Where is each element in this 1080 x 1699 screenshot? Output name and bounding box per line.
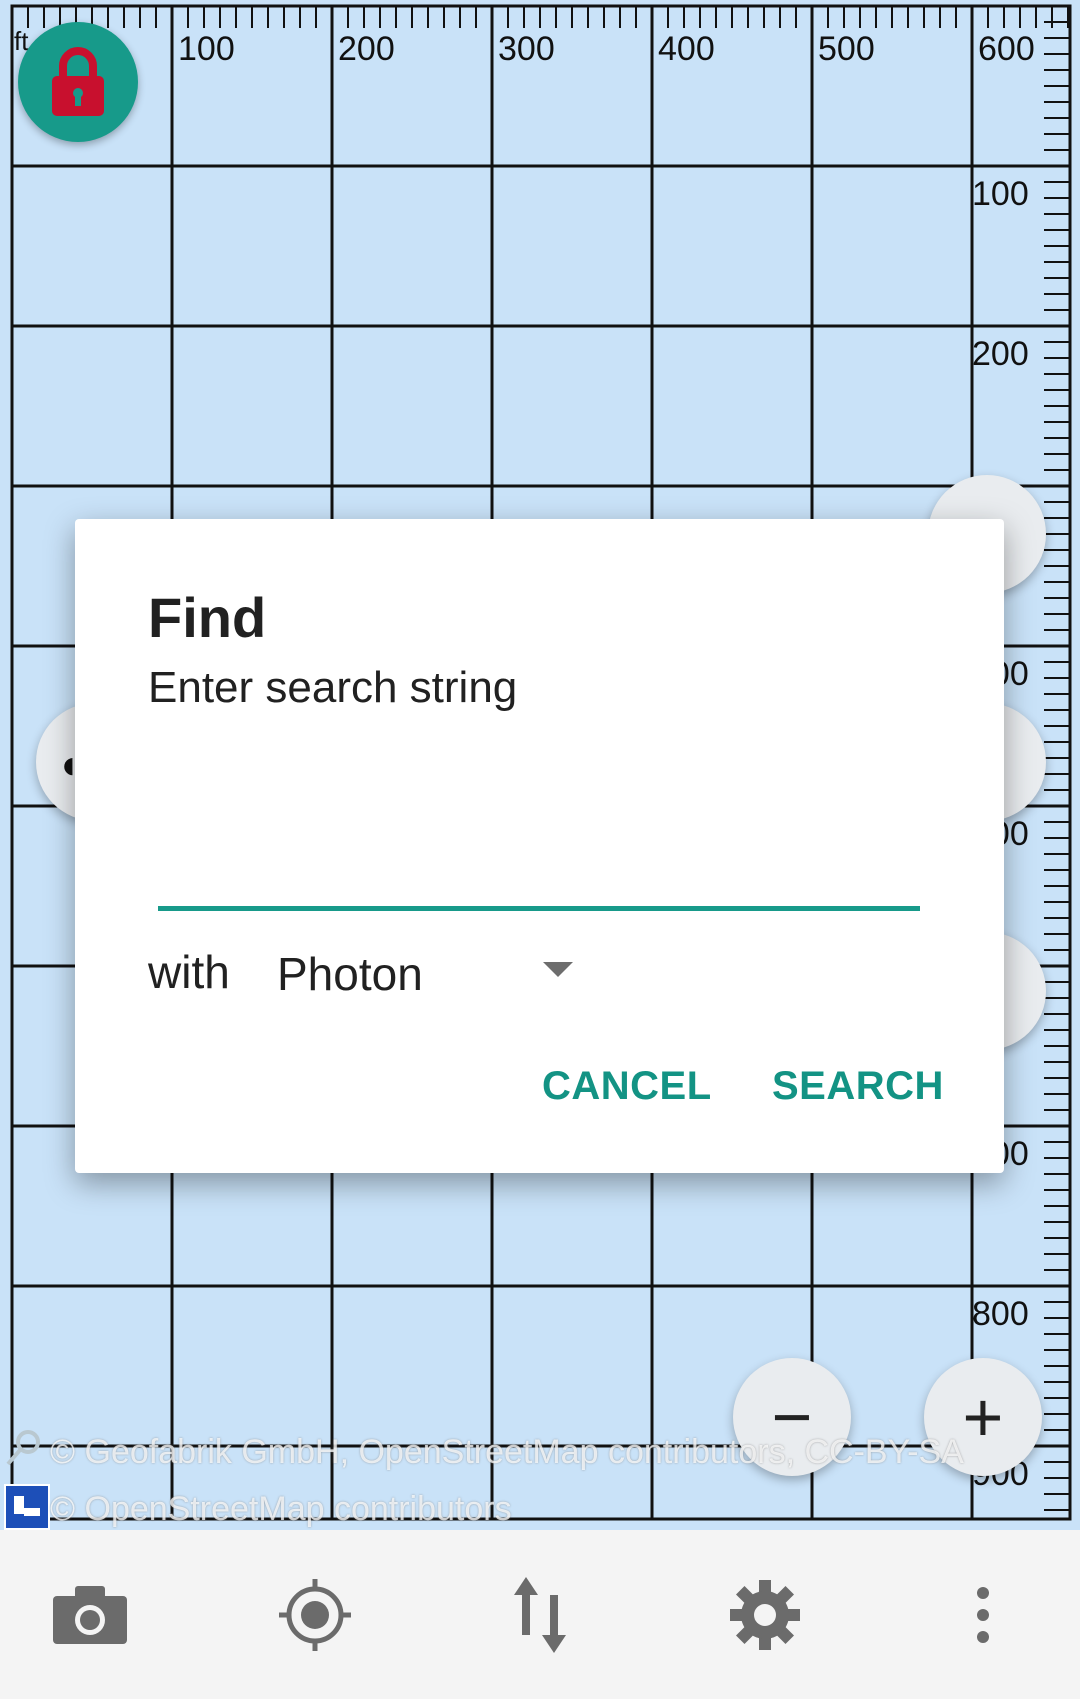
search-input-underline <box>158 906 920 911</box>
transfer-button[interactable] <box>495 1570 585 1660</box>
dropdown-caret-icon <box>543 962 573 977</box>
camera-icon <box>53 1586 127 1644</box>
gps-button[interactable] <box>270 1570 360 1660</box>
cancel-button[interactable]: CANCEL <box>542 1064 712 1109</box>
gps-icon <box>279 1579 351 1651</box>
transfer-icon <box>514 1577 566 1653</box>
dialog-title: Find <box>148 586 267 649</box>
gear-icon <box>730 1580 800 1650</box>
provider-select[interactable]: Photon <box>275 939 585 1009</box>
dialog-message: Enter search string <box>148 663 518 712</box>
camera-button[interactable] <box>45 1570 135 1660</box>
provider-selected: Photon <box>277 948 423 1000</box>
overflow-menu-button[interactable] <box>938 1570 1028 1660</box>
settings-button[interactable] <box>720 1570 810 1660</box>
find-dialog: Find Enter search string with Photon CAN… <box>75 519 1004 1173</box>
overflow-menu-icon <box>977 1587 989 1643</box>
search-button[interactable]: SEARCH <box>772 1064 944 1109</box>
bottom-toolbar <box>0 1530 1080 1699</box>
search-input[interactable] <box>158 839 924 901</box>
with-label: with <box>148 946 230 998</box>
